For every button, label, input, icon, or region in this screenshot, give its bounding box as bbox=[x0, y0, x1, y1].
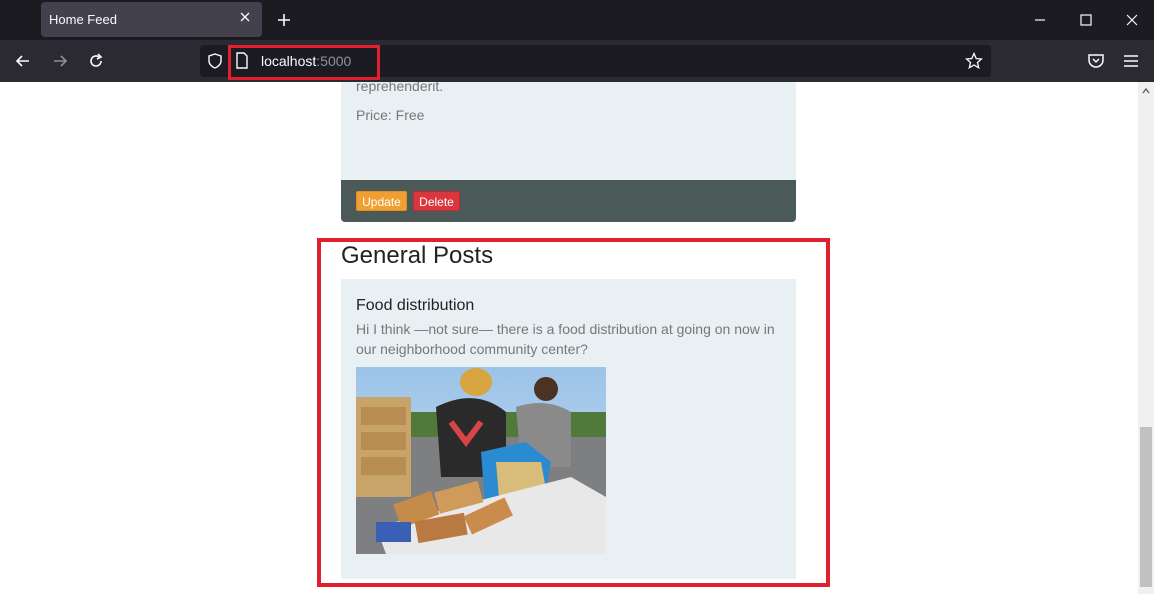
page-scrollbar[interactable] bbox=[1138, 82, 1154, 594]
back-icon[interactable] bbox=[13, 51, 33, 71]
menu-icon[interactable] bbox=[1121, 51, 1141, 71]
general-posts-highlight-box bbox=[317, 238, 830, 587]
forward-icon[interactable] bbox=[50, 51, 70, 71]
reload-icon[interactable] bbox=[86, 51, 106, 71]
delete-button[interactable]: Delete bbox=[413, 191, 460, 211]
maximize-icon[interactable] bbox=[1076, 10, 1096, 30]
listing-description: reprehenderit. bbox=[356, 82, 444, 94]
listing-price: Price: Free bbox=[356, 107, 425, 123]
pocket-icon[interactable] bbox=[1086, 51, 1106, 71]
shield-icon[interactable] bbox=[206, 52, 224, 70]
minimize-icon[interactable] bbox=[1030, 10, 1050, 30]
new-tab-icon[interactable] bbox=[274, 10, 294, 30]
close-tab-icon[interactable] bbox=[238, 10, 252, 24]
scroll-up-arrow-icon[interactable] bbox=[1141, 86, 1151, 96]
close-window-icon[interactable] bbox=[1122, 10, 1142, 30]
tab-bar: Home Feed bbox=[0, 0, 1154, 40]
navigation-bar: localhost:5000 bbox=[0, 40, 1154, 82]
update-button[interactable]: Update bbox=[356, 191, 407, 211]
scrollbar-thumb[interactable] bbox=[1140, 427, 1152, 587]
url-highlight-box bbox=[228, 45, 380, 80]
tab-title: Home Feed bbox=[49, 12, 117, 27]
bookmark-star-icon[interactable] bbox=[965, 52, 983, 70]
browser-tab[interactable]: Home Feed bbox=[41, 2, 262, 37]
listing-card-footer: Update Delete bbox=[341, 180, 796, 222]
